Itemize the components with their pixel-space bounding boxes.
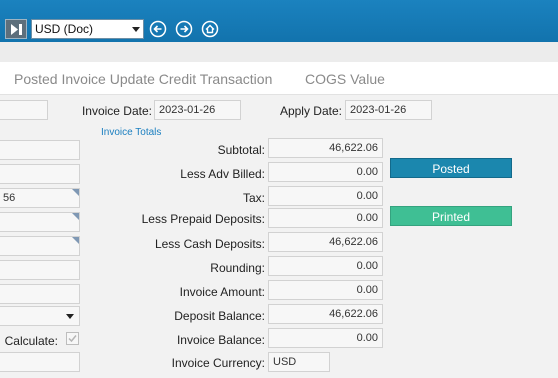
next-arrow-icon[interactable]: [175, 20, 193, 38]
rounding-field[interactable]: 0.00: [268, 256, 383, 276]
apply-date-label: Apply Date:: [279, 104, 342, 118]
tax-label: Tax:: [242, 191, 265, 205]
tab-strip: Posted Invoice Update Credit Transaction…: [0, 62, 558, 95]
chevron-down-icon: [66, 314, 74, 319]
left-field-4[interactable]: 56: [0, 188, 80, 208]
less-cash-deposits-field[interactable]: 46,622.06: [268, 232, 383, 252]
tax-field[interactable]: 0.00: [268, 186, 383, 206]
invoice-currency-field[interactable]: USD: [268, 352, 330, 372]
deposit-balance-field[interactable]: 46,622.06: [268, 304, 383, 324]
apply-date-field[interactable]: 2023-01-26: [345, 100, 432, 120]
currency-select-value: USD (Doc): [35, 22, 94, 36]
tab-posted-invoice-update-credit-transaction[interactable]: Posted Invoice Update Credit Transaction: [14, 71, 272, 87]
invoice-totals-link[interactable]: Invoice Totals: [101, 127, 161, 138]
less-prepaid-deposits-field[interactable]: 0.00: [268, 208, 383, 228]
invoice-amount-label: Invoice Amount:: [179, 285, 265, 299]
left-field-9[interactable]: [0, 352, 80, 372]
rounding-label: Rounding:: [210, 261, 265, 275]
left-field-2[interactable]: [0, 140, 80, 160]
left-field-7[interactable]: [0, 260, 80, 280]
posted-status-badge: Posted: [390, 158, 512, 178]
invoice-date-label: Invoice Date:: [81, 104, 152, 118]
deposit-balance-label: Deposit Balance:: [174, 309, 265, 323]
subtotal-label: Subtotal:: [217, 143, 265, 157]
tab-cogs-value[interactable]: COGS Value: [305, 71, 385, 87]
invoice-amount-field[interactable]: 0.00: [268, 280, 383, 300]
checkmark-icon: [68, 335, 77, 343]
currency-select[interactable]: USD (Doc): [31, 19, 144, 39]
invoice-balance-label: Invoice Balance:: [176, 333, 265, 347]
chevron-down-icon: [132, 27, 140, 32]
invoice-balance-field[interactable]: 0.00: [268, 328, 383, 348]
invoice-date-field[interactable]: 2023-01-26: [154, 100, 241, 120]
left-field-5[interactable]: [0, 212, 80, 232]
calculate-label: Calculate:: [4, 334, 58, 348]
less-adv-billed-field[interactable]: 0.00: [268, 162, 383, 182]
printed-status-badge: Printed: [390, 206, 512, 226]
invoice-currency-label: Invoice Currency:: [171, 356, 265, 370]
less-adv-billed-label: Less Adv Billed:: [180, 167, 265, 181]
home-icon[interactable]: [201, 20, 219, 38]
less-prepaid-deposits-label: Less Prepaid Deposits:: [141, 212, 265, 226]
subtotal-field[interactable]: 46,622.06: [268, 138, 383, 158]
left-field-1[interactable]: [0, 100, 48, 120]
left-dropdown[interactable]: [0, 306, 80, 326]
left-field-4-value: 56: [3, 192, 16, 204]
previous-arrow-icon[interactable]: [149, 20, 167, 38]
less-cash-deposits-label: Less Cash Deposits:: [154, 237, 265, 251]
left-field-3[interactable]: [0, 164, 80, 184]
end-button-icon[interactable]: [5, 19, 27, 39]
left-field-8[interactable]: [0, 284, 80, 304]
calculate-checkbox[interactable]: [66, 332, 79, 345]
sub-toolbar: [0, 42, 558, 62]
left-field-6[interactable]: [0, 236, 80, 256]
top-toolbar: USD (Doc): [0, 0, 558, 42]
